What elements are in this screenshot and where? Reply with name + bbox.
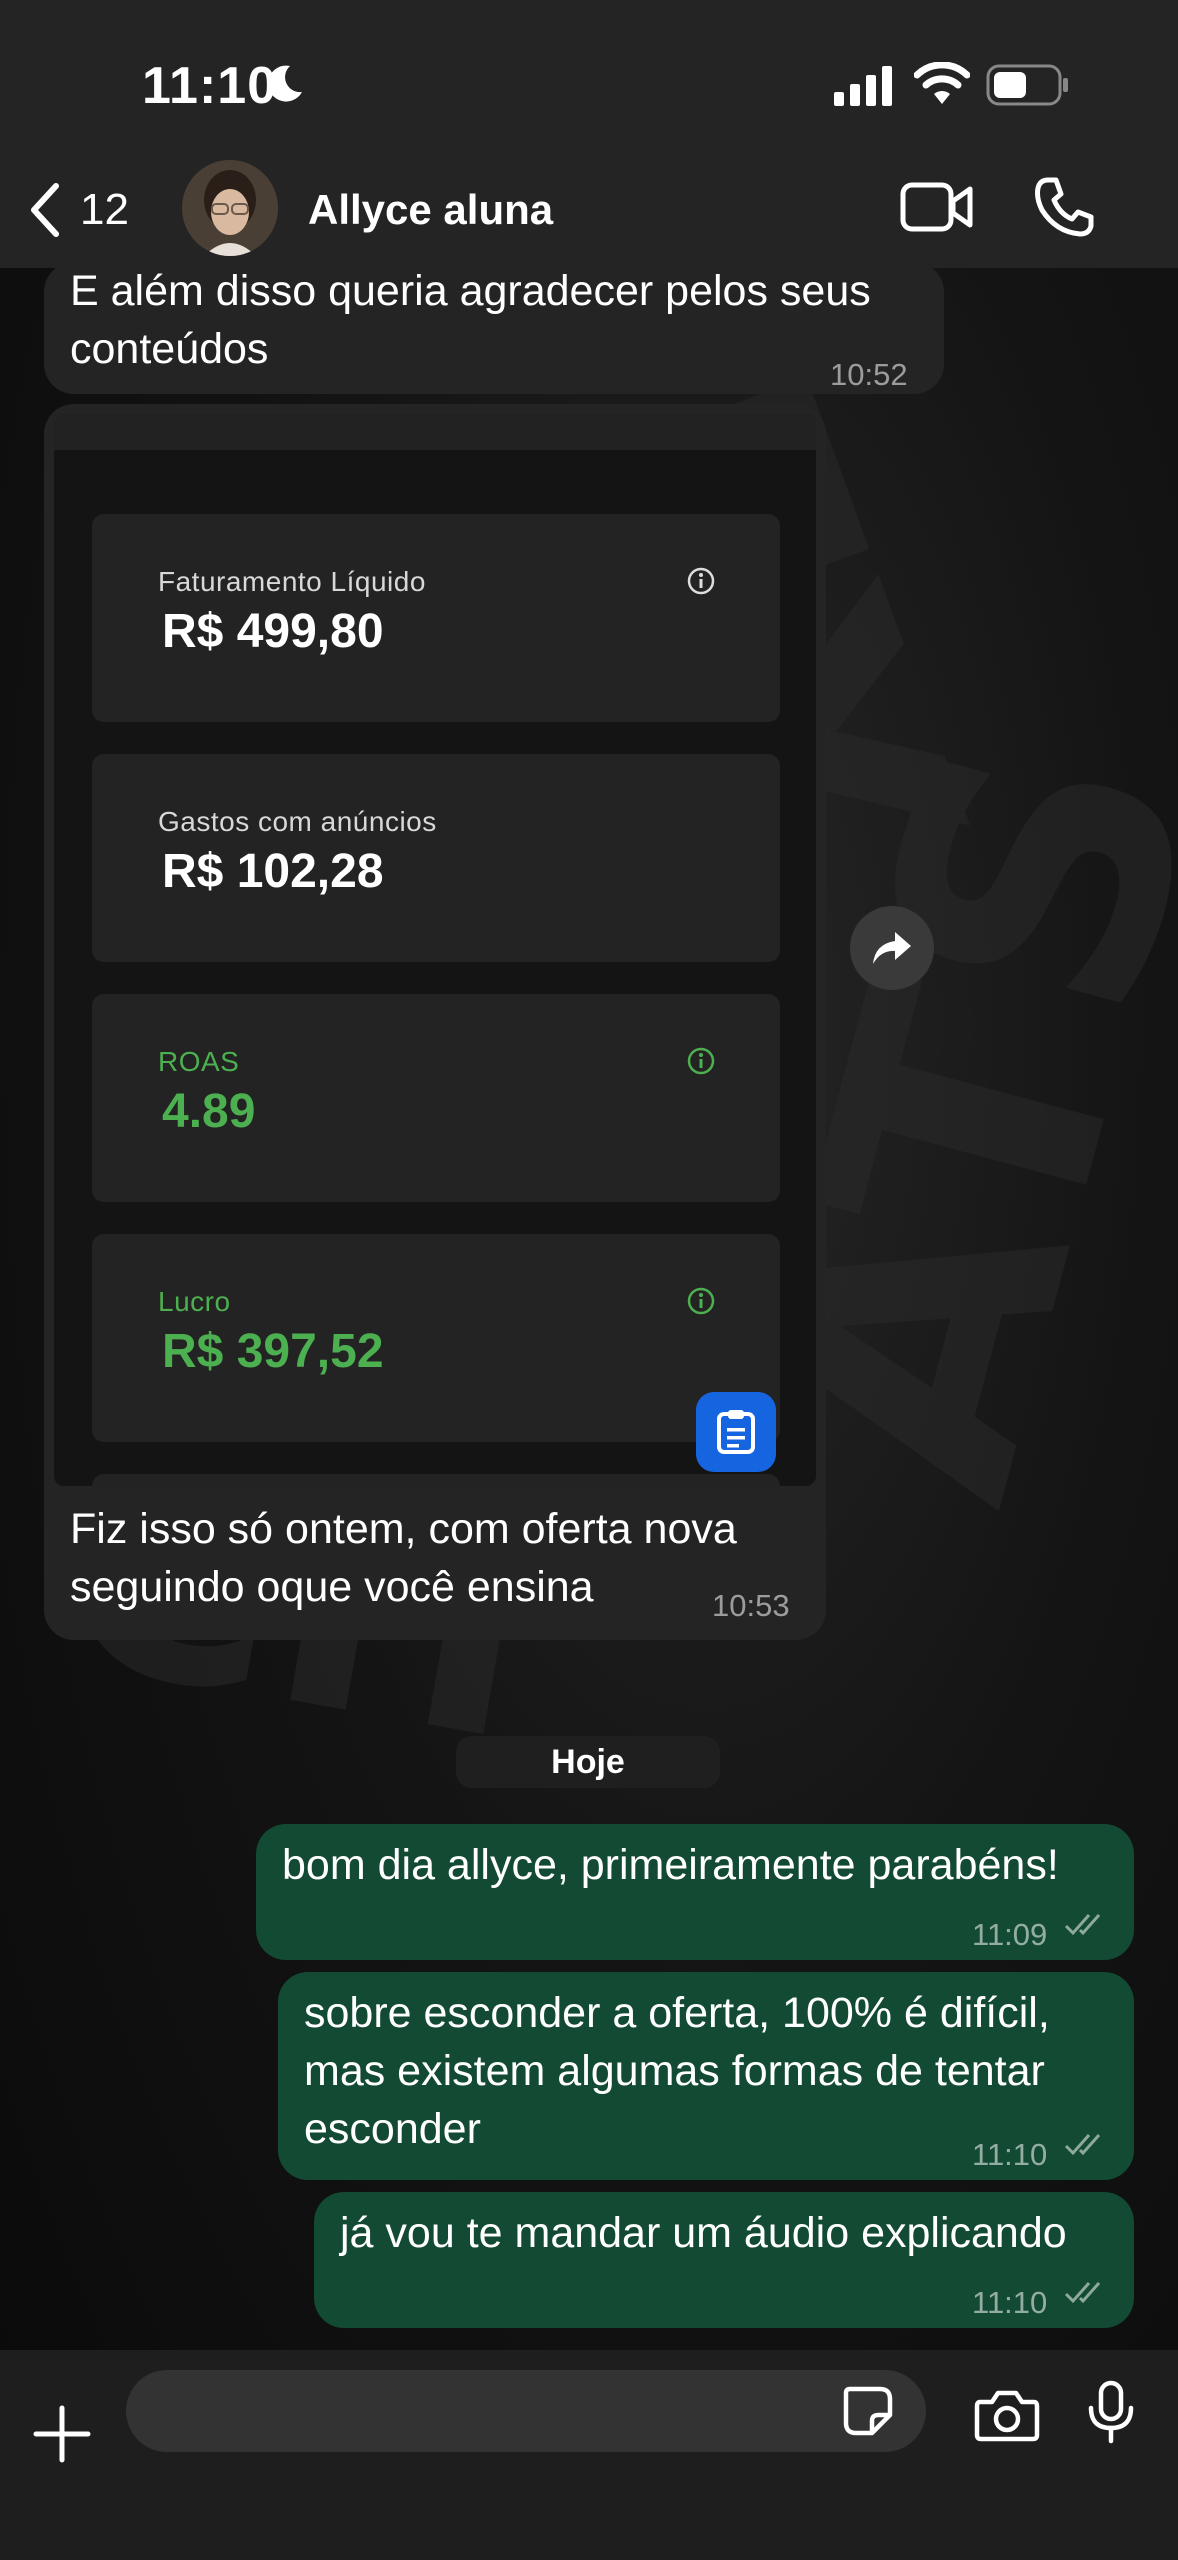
back-button[interactable]: 12 — [28, 180, 148, 240]
dashboard-screenshot[interactable]: Faturamento Líquido R$ 499,80 Gastos com… — [54, 414, 816, 1486]
video-camera-icon[interactable] — [900, 180, 974, 234]
metric-label: Lucro — [158, 1286, 231, 1317]
unread-count: 12 — [80, 185, 129, 234]
message-text: mas existem algumas formas de tentar — [304, 2047, 1045, 2095]
signal-icon — [834, 66, 892, 106]
message-text: sobre esconder a oferta, 100% é difícil, — [304, 1989, 1050, 2037]
clipboard-icon — [717, 1410, 755, 1454]
read-receipt-icon — [1064, 2134, 1101, 2156]
metric-value: R$ 102,28 — [162, 845, 384, 898]
message-text: esconder — [304, 2105, 481, 2153]
composer-bar — [0, 2350, 1178, 2560]
message-incoming[interactable]: E além disso queria agradecer pelos seus… — [44, 262, 944, 394]
forward-button[interactable] — [850, 906, 934, 990]
sticker-icon[interactable] — [840, 2383, 896, 2439]
message-time: 11:10 — [972, 2285, 1048, 2320]
avatar[interactable] — [182, 160, 278, 256]
moon-icon — [268, 65, 302, 102]
metric-label: Faturamento Líquido — [158, 566, 426, 597]
metric-card: Lucro R$ 397,52 — [92, 1234, 780, 1442]
metric-card: Faturamento Líquido R$ 499,80 — [92, 514, 780, 722]
microphone-icon[interactable] — [1086, 2380, 1136, 2444]
forward-icon — [873, 932, 911, 964]
metric-label: ROAS — [158, 1046, 240, 1077]
info-icon — [687, 1287, 715, 1315]
status-bar: 11:10 — [0, 0, 1178, 160]
message-text: seguindo oque você ensina — [70, 1563, 594, 1611]
message-time: 11:09 — [972, 1917, 1048, 1952]
metric-card: Gastos com anúncios R$ 102,28 — [92, 754, 780, 962]
metric-value: R$ 499,80 — [162, 605, 384, 658]
message-outgoing[interactable]: bom dia allyce, primeiramente parabéns! … — [256, 1824, 1134, 1960]
status-time: 11:10 — [142, 57, 278, 115]
message-time: 10:53 — [712, 1588, 790, 1623]
message-outgoing[interactable]: já vou te mandar um áudio explicando 11:… — [314, 2192, 1134, 2328]
camera-icon[interactable] — [974, 2388, 1040, 2442]
message-time: 11:10 — [972, 2137, 1048, 2172]
clipboard-button[interactable] — [696, 1392, 776, 1472]
metric-label: Gastos com anúncios — [158, 806, 437, 837]
read-receipt-icon — [1064, 2282, 1101, 2304]
battery-icon — [986, 64, 1068, 106]
metric-value: R$ 397,52 — [162, 1325, 384, 1378]
contact-name[interactable]: Allyce aluna — [308, 186, 553, 234]
message-text: já vou te mandar um áudio explicando — [340, 2209, 1067, 2257]
message-text: Fiz isso só ontem, com oferta nova — [70, 1505, 737, 1553]
message-text: bom dia allyce, primeiramente parabéns! — [282, 1841, 1059, 1889]
info-icon — [687, 1047, 715, 1075]
message-text: E além disso queria agradecer pelos seus — [70, 267, 871, 315]
message-time: 10:52 — [830, 357, 908, 392]
plus-icon[interactable] — [30, 2402, 94, 2466]
read-receipt-icon — [1064, 1914, 1101, 1936]
metric-card: ROAS 4.89 — [92, 994, 780, 1202]
info-icon — [687, 567, 715, 595]
chevron-left-icon — [31, 183, 59, 237]
message-outgoing[interactable]: sobre esconder a oferta, 100% é difícil,… — [278, 1972, 1134, 2180]
wifi-icon — [914, 62, 970, 104]
metric-value: 4.89 — [162, 1085, 256, 1138]
message-caption: Fiz isso só ontem, com oferta nova segui… — [70, 1500, 737, 1616]
message-text: conteúdos — [70, 325, 269, 373]
message-input[interactable] — [126, 2370, 926, 2452]
phone-icon[interactable] — [1034, 176, 1094, 238]
date-divider: Hoje — [456, 1736, 720, 1788]
chat-header: 12 Allyce aluna — [0, 150, 1178, 268]
